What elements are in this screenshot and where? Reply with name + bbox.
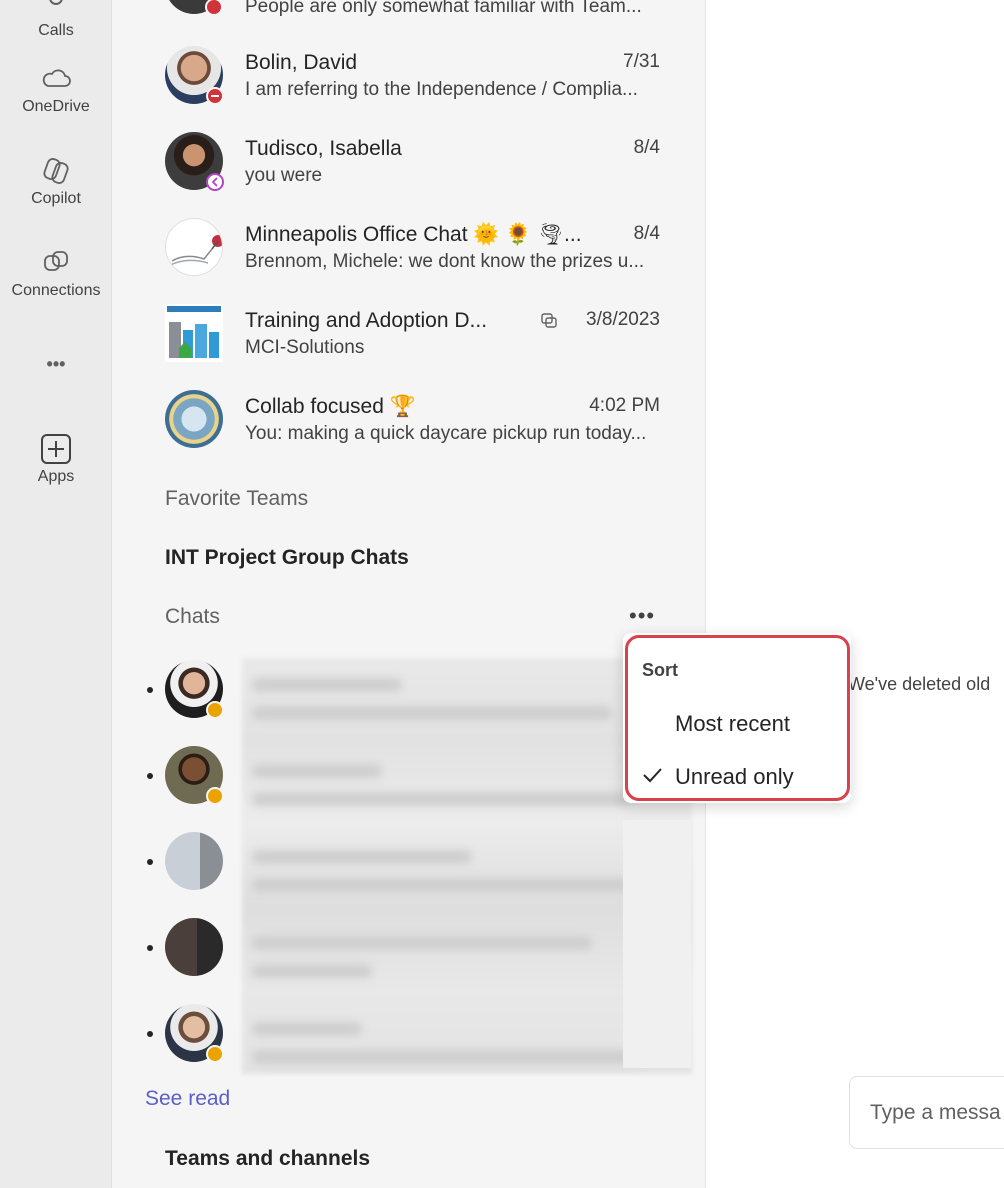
redacted-bar [252,878,652,892]
unread-dot [147,687,153,693]
sort-option-label: Unread only [675,764,794,789]
unread-dot [147,945,153,951]
copilot-icon [43,158,69,184]
rail-item-copilot[interactable]: Copilot [0,154,112,208]
rail-item-label: Apps [37,468,75,485]
avatar [165,304,223,362]
sort-menu-header: Sort [642,660,678,680]
rail-item-label: Copilot [31,190,81,207]
redacted-bar [252,964,372,978]
redacted-bar [252,1022,362,1036]
away-status-icon [206,1045,224,1063]
chats-section-header[interactable]: Chats [165,605,220,629]
chat-list-item[interactable]: Collab focused 🏆 4:02 PM You: making a q… [112,390,706,481]
more-apps-button[interactable]: ••• [0,354,112,375]
chat-list-item[interactable]: Bolin, David 7/31 I am referring to the … [112,46,706,137]
redacted-bar [252,764,382,778]
compose-box[interactable] [849,1076,1004,1149]
chat-preview: MCI-Solutions [245,337,365,358]
avatar [165,918,223,976]
rail-item-onedrive[interactable]: OneDrive [0,62,112,116]
connections-icon [44,251,68,271]
chat-name: Bolin, David [245,51,358,74]
sort-option-most-recent[interactable]: Most recent [623,703,851,747]
message-input[interactable] [850,1077,1004,1148]
meeting-chat-icon [541,313,557,328]
rail-item-calls[interactable]: Calls [0,0,112,40]
chat-time: 8/4 [633,223,660,244]
see-read-link[interactable]: See read [145,1087,230,1111]
unread-dot [147,1031,153,1037]
more-options-icon[interactable]: ••• [629,603,655,629]
redacted-bar [252,936,592,950]
away-status-icon [206,701,224,719]
plus-icon [41,434,71,464]
redacted-bar [252,706,612,720]
chat-time: 7/31 [623,51,660,72]
more-icon: ••• [46,354,66,374]
chat-list-pane: People are only somewhat familiar with T… [112,0,706,1188]
avatar [165,832,223,890]
redacted-bar [252,678,402,692]
avatar [165,218,223,276]
chat-time: 3/8/2023 [586,309,660,330]
redacted-bar [252,1050,652,1064]
chat-preview: People are only somewhat familiar with T… [245,0,642,17]
avatar [165,390,223,448]
chat-name: Tudisco, Isabella [245,137,402,160]
chat-preview: You: making a quick daycare pickup run t… [245,423,647,444]
redacted-bar [252,792,632,806]
out-of-office-icon [206,173,224,191]
sort-option-label: Most recent [675,711,790,736]
away-status-icon [206,787,224,805]
phone-icon [49,0,63,5]
chat-name: Collab focused 🏆 [245,395,416,418]
chat-time: 8/4 [633,137,660,158]
checkmark-icon [643,768,662,783]
do-not-disturb-icon [206,87,224,105]
chat-preview: I am referring to the Independence / Com… [245,79,638,100]
chat-name: Minneapolis Office Chat 🌞 🌻 🌪... [245,223,582,246]
chat-list-item[interactable]: People are only somewhat familiar with T… [112,0,706,42]
unread-dot [147,859,153,865]
teams-channels-header[interactable]: Teams and channels [165,1147,370,1171]
unread-dot [147,773,153,779]
rail-item-label: Calls [38,22,74,39]
rail-item-connections[interactable]: Connections [0,246,112,300]
busy-status-icon [205,0,223,16]
group-picture-icon [169,235,222,266]
chat-list-item[interactable]: Training and Adoption D... 3/8/2023 MCI-… [112,304,706,395]
sort-option-unread-only[interactable]: Unread only [623,756,851,800]
int-project-header[interactable]: INT Project Group Chats [165,546,409,570]
rail-item-label: OneDrive [22,98,90,115]
rail-item-label: Connections [11,282,101,299]
sort-menu: Sort Most recent Unread only [623,633,851,803]
chat-preview: you were [245,165,323,186]
favorite-teams-header[interactable]: Favorite Teams [165,487,308,511]
mts-solutions-logo [167,306,221,358]
rail-item-apps[interactable]: Apps [0,432,112,486]
chat-list-item[interactable]: Tudisco, Isabella 8/4 you were [112,132,706,223]
redacted-chat-content [623,820,691,1068]
redacted-bar [252,850,472,864]
app-rail: Calls OneDrive Copilot Connections ••• A… [0,0,112,1188]
chat-name: Training and Adoption D... [245,309,488,332]
deleted-notice: We've deleted old [848,674,991,694]
chat-time: 4:02 PM [589,395,660,416]
chat-preview: Brennom, Michele: we dont know the prize… [245,251,645,272]
cloud-icon [42,69,71,87]
chat-list-item[interactable]: Minneapolis Office Chat 🌞 🌻 🌪... 8/4 Bre… [112,218,706,309]
